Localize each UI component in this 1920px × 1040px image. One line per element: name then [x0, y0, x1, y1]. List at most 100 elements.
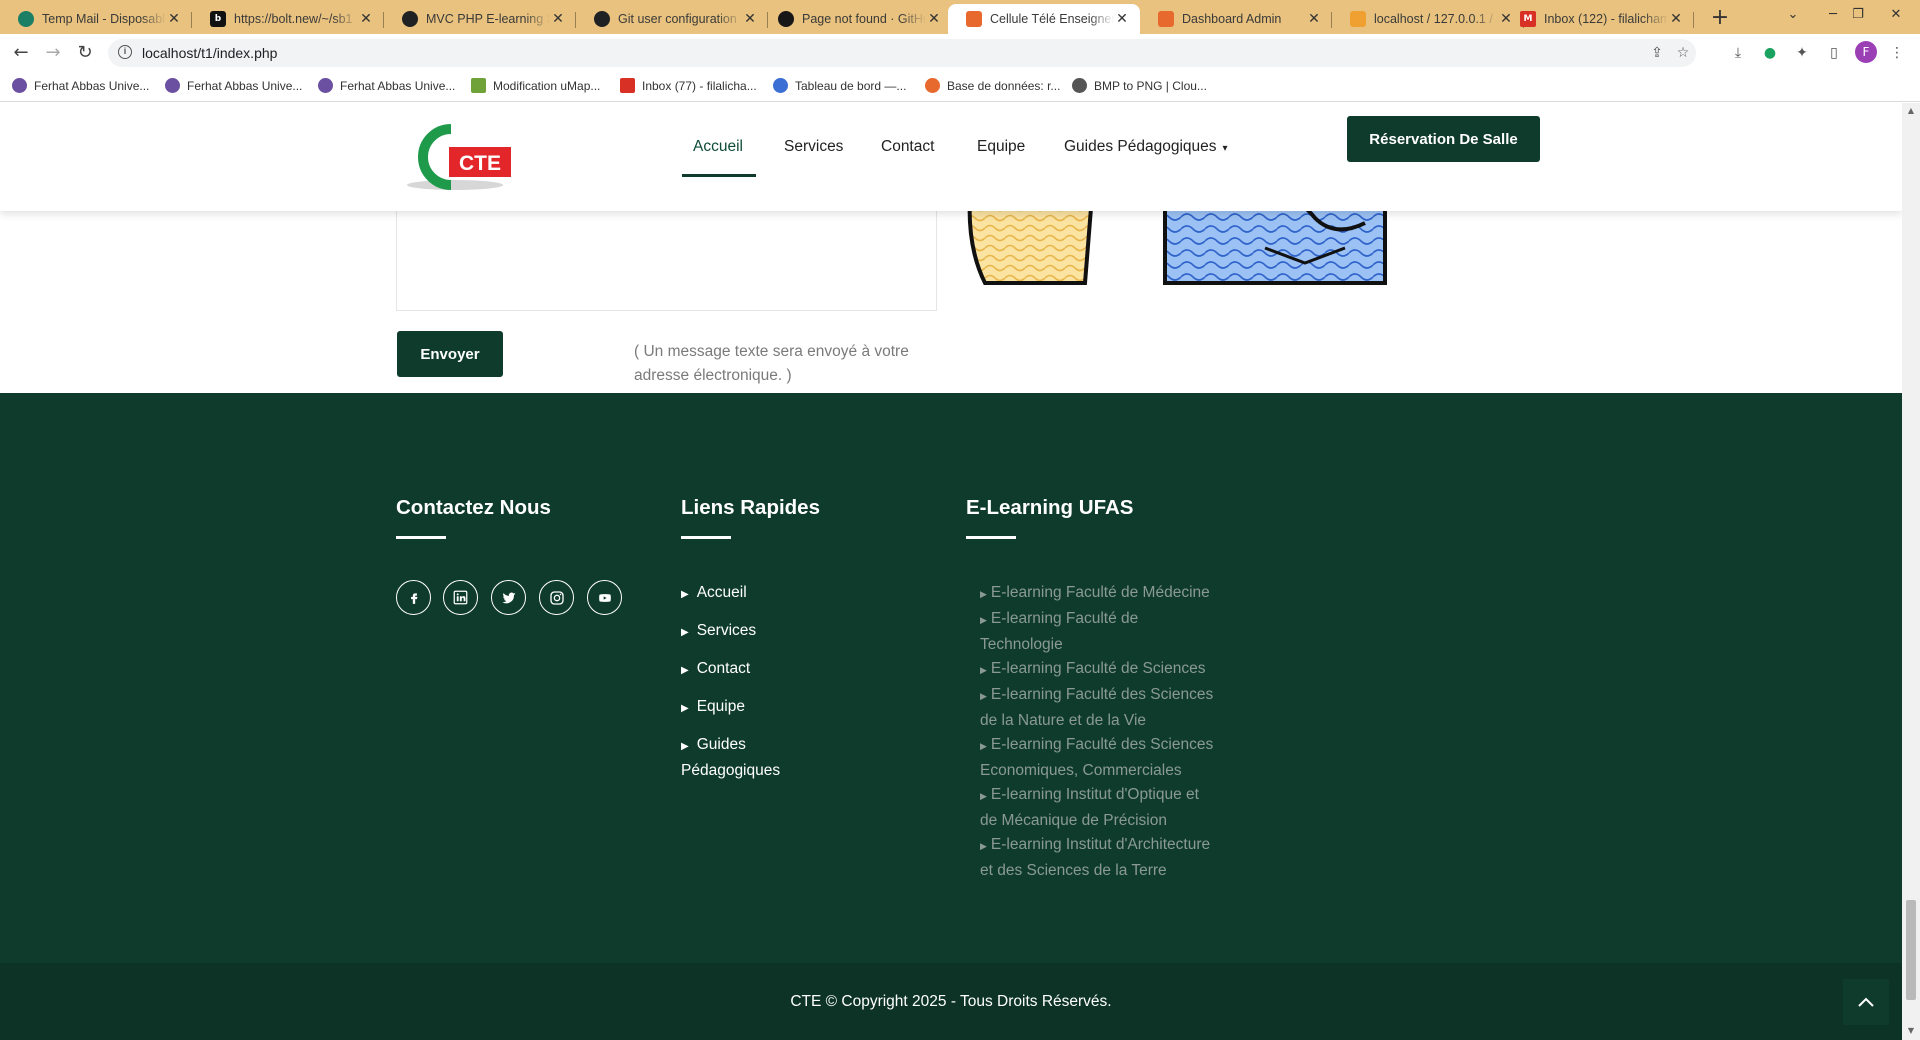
address-bar[interactable]: i localhost/t1/index.php ⇪ ☆ [108, 39, 1696, 67]
tab-gmail[interactable]: M Inbox (122) - filalicham ✕ [1502, 4, 1694, 34]
extension-grammarly-icon[interactable]: ● [1759, 42, 1781, 64]
nav-item-equipe[interactable]: Equipe [977, 129, 1025, 165]
bookmark-item[interactable]: Ferhat Abbas Unive... [318, 78, 455, 93]
bookmark-star-icon[interactable]: ☆ [1672, 42, 1694, 64]
site-favicon-icon [1158, 11, 1174, 27]
forward-arrow-icon[interactable]: → [41, 42, 65, 66]
caret-right-icon: ▶ [980, 616, 987, 626]
quick-link-accueil[interactable]: ▶ Accueil [681, 581, 921, 607]
scroll-down-arrow-icon[interactable]: ▼ [1906, 1026, 1916, 1035]
elearning-link-architecture[interactable]: ▶ E-learning Institut d'Architecture et d… [980, 833, 1220, 883]
elearning-link-snv[interactable]: ▶ E-learning Faculté des Sciences de la N… [980, 683, 1220, 733]
facebook-icon[interactable] [396, 580, 431, 615]
close-tab-icon[interactable]: ✕ [1114, 11, 1130, 27]
bookmark-item[interactable]: Base de données: r... [925, 78, 1060, 93]
chevron-down-icon: ▾ [1222, 143, 1228, 154]
tab-title: Dashboard Admin [1182, 12, 1282, 26]
nav-item-guides[interactable]: Guides Pédagogiques ▾ [1064, 129, 1228, 165]
tab-cellule-active[interactable]: Cellule Télé Enseignem ✕ [948, 4, 1140, 34]
bookmark-item[interactable]: Ferhat Abbas Unive... [165, 78, 302, 93]
phpmyadmin-favicon-icon [1350, 11, 1366, 27]
nav-item-contact[interactable]: Contact [881, 129, 934, 165]
close-tab-icon[interactable]: ✕ [358, 11, 374, 27]
site-header: CTE Accueil Services Contact Equipe Guid… [0, 103, 1902, 211]
scroll-up-arrow-icon[interactable]: ▲ [1906, 106, 1916, 115]
scrollbar-thumb[interactable] [1906, 900, 1916, 1000]
close-tab-icon[interactable]: ✕ [166, 11, 182, 27]
bookmark-item[interactable]: Inbox (77) - filalicha... [620, 78, 757, 93]
bookmark-label: Ferhat Abbas Unive... [340, 78, 456, 93]
nav-item-accueil[interactable]: Accueil [693, 129, 743, 165]
close-tab-icon[interactable]: ✕ [742, 11, 758, 27]
bookmarks-bar: Ferhat Abbas Unive... Ferhat Abbas Unive… [0, 72, 1920, 102]
bookmark-item[interactable]: Tableau de bord —... [773, 78, 906, 93]
nav-item-guides-label: Guides Pédagogiques [1064, 138, 1217, 155]
browser-toolbar: ← → ↻ i localhost/t1/index.php ⇪ ☆ ⤓ ● ✦… [0, 34, 1920, 72]
elearning-link-optique[interactable]: ▶ E-learning Institut d'Optique et de Méc… [980, 783, 1220, 833]
profile-avatar[interactable]: F [1855, 41, 1877, 63]
extensions-puzzle-icon[interactable]: ✦ [1791, 42, 1813, 64]
close-tab-icon[interactable]: ✕ [1668, 11, 1684, 27]
elearning-link-economiques[interactable]: ▶ E-learning Faculté des Sciences Economi… [980, 733, 1220, 783]
reservation-button[interactable]: Réservation De Salle [1347, 116, 1540, 162]
reload-icon[interactable]: ↻ [73, 42, 97, 66]
cte-logo[interactable]: CTE [405, 123, 535, 195]
tab-mvc-php[interactable]: MVC PHP E-learning Sc ✕ [384, 4, 576, 34]
tab-search-chevron-icon[interactable]: ⌄ [1773, 0, 1813, 34]
instagram-icon[interactable] [539, 580, 574, 615]
cloud-favicon-icon [1072, 78, 1087, 93]
tab-temp-mail[interactable]: Temp Mail - Disposable ✕ [0, 4, 192, 34]
tab-strip: Temp Mail - Disposable ✕ b https://bolt.… [0, 0, 1920, 34]
tab-git-config[interactable]: Git user configuration ✕ [576, 4, 768, 34]
bookmark-item[interactable]: Ferhat Abbas Unive... [12, 78, 149, 93]
quick-link-label: Contact [696, 660, 751, 677]
bookmark-label: Modification uMap... [493, 78, 601, 93]
menu-kebab-icon[interactable]: ⋮ [1886, 42, 1908, 64]
bookmark-item[interactable]: BMP to PNG | Clou... [1072, 78, 1207, 93]
caret-right-icon: ▶ [980, 742, 987, 752]
elearning-link-technologie[interactable]: ▶ E-learning Faculté de Technologie [980, 607, 1220, 657]
site-footer: Contactez Nous Liens Rapides ▶ Accueil ▶ S… [0, 393, 1902, 963]
umap-favicon-icon [471, 78, 486, 93]
quick-link-equipe[interactable]: ▶ Equipe [681, 695, 921, 721]
quick-link-label: Guides Pédagogiques [681, 736, 781, 779]
back-arrow-icon[interactable]: ← [9, 42, 33, 66]
dashboard-favicon-icon [773, 78, 788, 93]
tab-github[interactable]: Page not found · GitHu ✕ [760, 4, 952, 34]
elearning-link-label: E-learning Faculté des Sciences de la Na… [980, 686, 1214, 729]
close-tab-icon[interactable]: ✕ [550, 11, 566, 27]
nav-item-services[interactable]: Services [784, 129, 843, 165]
elearning-link-label: E-learning Faculté des Sciences Economiq… [980, 736, 1214, 779]
linkedin-icon[interactable] [443, 580, 478, 615]
quick-link-guides[interactable]: ▶ Guides Pédagogiques [681, 733, 791, 783]
elearning-link-medecine[interactable]: ▶ E-learning Faculté de Médecine [980, 581, 1220, 607]
page-scrollbar[interactable]: ▲ ▼ [1902, 103, 1920, 1040]
youtube-icon[interactable] [587, 580, 622, 615]
elearning-rule [966, 536, 1016, 539]
side-panel-icon[interactable]: ▯ [1823, 42, 1845, 64]
download-icon[interactable]: ⤓ [1727, 42, 1749, 64]
new-tab-button[interactable]: + [1706, 5, 1734, 31]
quick-link-contact[interactable]: ▶ Contact [681, 657, 921, 683]
url-text[interactable]: localhost/t1/index.php [142, 45, 277, 61]
close-tab-icon[interactable]: ✕ [926, 11, 942, 27]
restore-icon[interactable]: ❐ [1838, 0, 1878, 34]
twitter-icon[interactable] [491, 580, 526, 615]
tab-bolt[interactable]: b https://bolt.new/~/sb1 ✕ [192, 4, 384, 34]
tab-phpmyadmin[interactable]: localhost / 127.0.0.1 / s ✕ [1332, 4, 1524, 34]
send-button[interactable]: Envoyer [397, 331, 503, 377]
close-window-icon[interactable]: ✕ [1876, 0, 1916, 34]
close-tab-icon[interactable]: ✕ [1306, 11, 1322, 27]
share-icon[interactable]: ⇪ [1646, 42, 1668, 64]
bookmark-item[interactable]: Modification uMap... [471, 78, 600, 93]
send-note: ( Un message texte sera envoyé à votre a… [634, 343, 909, 384]
tab-dashboard-admin[interactable]: Dashboard Admin ✕ [1140, 4, 1332, 34]
caret-right-icon: ▶ [980, 792, 987, 802]
chevron-up-icon [1858, 997, 1874, 1007]
elearning-link-sciences[interactable]: ▶ E-learning Faculté de Sciences [980, 657, 1220, 683]
back-to-top-button[interactable] [1843, 979, 1889, 1025]
chatgpt-favicon-icon [402, 11, 418, 27]
site-info-icon[interactable]: i [118, 45, 132, 59]
quick-link-services[interactable]: ▶ Services [681, 619, 921, 645]
tempmail-favicon-icon [18, 11, 34, 27]
